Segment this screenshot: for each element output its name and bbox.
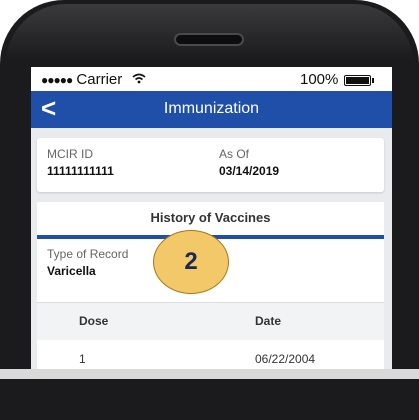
- record-type-label: Type of Record: [47, 247, 129, 261]
- carrier-info: ●●●●● Carrier: [41, 71, 146, 88]
- wifi-icon: [132, 71, 146, 88]
- carrier-name: Carrier: [76, 71, 123, 88]
- column-header-date: Date: [255, 314, 282, 328]
- page-title: Immunization: [163, 100, 260, 117]
- patient-info-card: MCIR ID 11111111111 As Of 03/14/2019: [37, 138, 384, 192]
- battery-percentage: 100%: [300, 71, 339, 88]
- as-of-label: As Of: [219, 147, 250, 161]
- phone-frame: ●●●●● Carrier 100% < Immunization MCIR I…: [0, 0, 419, 420]
- step-number-badge: 2: [153, 230, 229, 294]
- battery-icon: [344, 75, 371, 86]
- table-header: Dose Date: [37, 302, 384, 342]
- battery-tip: [372, 78, 374, 83]
- status-bar: ●●●●● Carrier 100%: [31, 67, 392, 91]
- history-title: History of Vaccines: [150, 210, 271, 225]
- nav-bar: < Immunization: [31, 91, 392, 128]
- mcir-id-label: MCIR ID: [47, 147, 93, 161]
- record-type-value: Varicella: [47, 264, 96, 278]
- app-screen: ●●●●● Carrier 100% < Immunization MCIR I…: [31, 67, 392, 379]
- date-cell: 06/22/2004: [255, 352, 316, 366]
- dose-cell: 1: [79, 352, 86, 366]
- signal-strength-icon: ●●●●●: [41, 73, 73, 87]
- column-header-dose: Dose: [79, 314, 109, 328]
- as-of-value: 03/14/2019: [219, 164, 280, 178]
- page-bottom-edge: [0, 369, 419, 379]
- mcir-id-value: 11111111111: [47, 164, 114, 178]
- earpiece-speaker: [174, 33, 244, 46]
